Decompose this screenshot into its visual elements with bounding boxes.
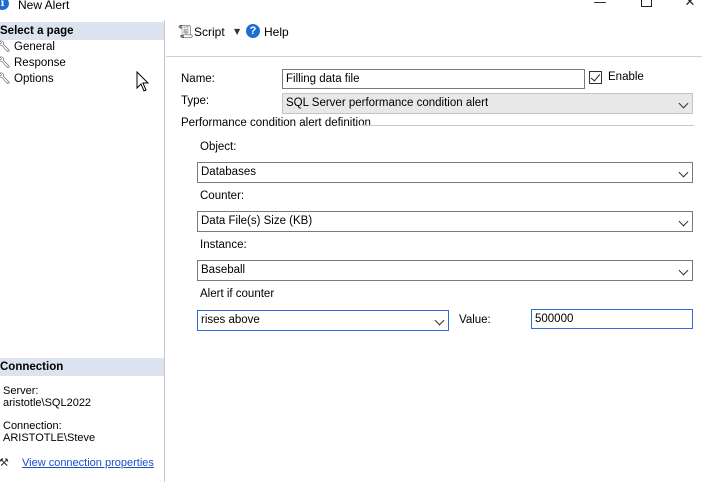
info-icon: i bbox=[0, 0, 9, 10]
server-label: Server: bbox=[3, 385, 39, 397]
page-general[interactable]: 🔧︎ General bbox=[0, 39, 55, 55]
left-pane: Select a page 🔧︎ General 🔧︎ Response 🔧︎ … bbox=[0, 20, 165, 482]
alert-if-label: Alert if counter bbox=[200, 288, 275, 300]
object-label: Object: bbox=[200, 141, 237, 153]
window-title: New Alert bbox=[18, 0, 70, 12]
wrench-icon: 🔧︎ bbox=[0, 40, 11, 53]
object-select-value: Databases bbox=[201, 166, 256, 178]
type-select[interactable]: SQL Server performance condition alert bbox=[282, 93, 693, 114]
value-label: Value: bbox=[459, 314, 491, 326]
alert-if-select-value: rises above bbox=[201, 314, 260, 326]
instance-label: Instance: bbox=[200, 239, 247, 251]
object-select[interactable]: Databases bbox=[197, 162, 693, 183]
group-title: Performance condition alert definition bbox=[181, 117, 376, 129]
server-value: aristotle\SQL2022 bbox=[3, 397, 92, 409]
chevron-down-icon bbox=[678, 167, 689, 178]
type-select-value: SQL Server performance condition alert bbox=[286, 97, 489, 109]
page-options-label: Options bbox=[14, 73, 54, 85]
script-icon[interactable]: 📜︎ bbox=[177, 26, 194, 40]
counter-label: Counter: bbox=[200, 190, 245, 202]
wrench-icon: 🔧︎ bbox=[0, 72, 11, 85]
page-options[interactable]: 🔧︎ Options bbox=[0, 71, 54, 87]
chevron-down-icon bbox=[678, 265, 689, 276]
title-bar: i New Alert — ✕ bbox=[0, 0, 702, 14]
view-connection-properties-link[interactable]: View connection properties bbox=[22, 457, 154, 469]
chevron-down-icon bbox=[678, 98, 689, 109]
page-response-label: Response bbox=[14, 57, 66, 69]
connection-properties-icon: ⚒︎ bbox=[0, 456, 9, 469]
chevron-down-icon bbox=[434, 315, 445, 326]
mouse-cursor-icon bbox=[136, 71, 150, 92]
maximize-button[interactable] bbox=[636, 0, 656, 10]
alert-if-select[interactable]: rises above bbox=[197, 310, 449, 331]
toolbar: 📜︎ Script ▼ ? Help bbox=[166, 20, 702, 57]
name-input[interactable]: Filling data file bbox=[282, 69, 585, 89]
name-label: Name: bbox=[181, 73, 215, 85]
chevron-down-icon bbox=[678, 216, 689, 227]
counter-select[interactable]: Data File(s) Size (KB) bbox=[197, 211, 693, 232]
page-response[interactable]: 🔧︎ Response bbox=[0, 55, 66, 71]
wrench-icon: 🔧︎ bbox=[0, 56, 11, 69]
instance-select[interactable]: Baseball bbox=[197, 260, 693, 281]
page-general-label: General bbox=[14, 41, 55, 53]
help-icon[interactable]: ? bbox=[246, 24, 260, 38]
script-button[interactable]: Script bbox=[194, 25, 225, 39]
group-divider bbox=[360, 125, 694, 126]
help-button[interactable]: Help bbox=[264, 25, 289, 39]
counter-select-value: Data File(s) Size (KB) bbox=[201, 215, 313, 227]
minimize-button[interactable]: — bbox=[590, 0, 610, 10]
type-label: Type: bbox=[181, 95, 210, 107]
connection-label: Connection: bbox=[3, 420, 62, 432]
enable-checkbox[interactable] bbox=[589, 71, 602, 84]
close-button[interactable]: ✕ bbox=[680, 0, 700, 10]
select-page-header: Select a page bbox=[0, 22, 164, 40]
enable-label: Enable bbox=[608, 71, 644, 83]
value-input[interactable]: 500000 bbox=[531, 309, 693, 329]
instance-select-value: Baseball bbox=[201, 264, 246, 276]
connection-value: ARISTOTLE\Steve bbox=[3, 432, 96, 444]
script-dropdown-icon[interactable]: ▼ bbox=[234, 27, 240, 36]
connection-header: Connection bbox=[0, 358, 164, 376]
